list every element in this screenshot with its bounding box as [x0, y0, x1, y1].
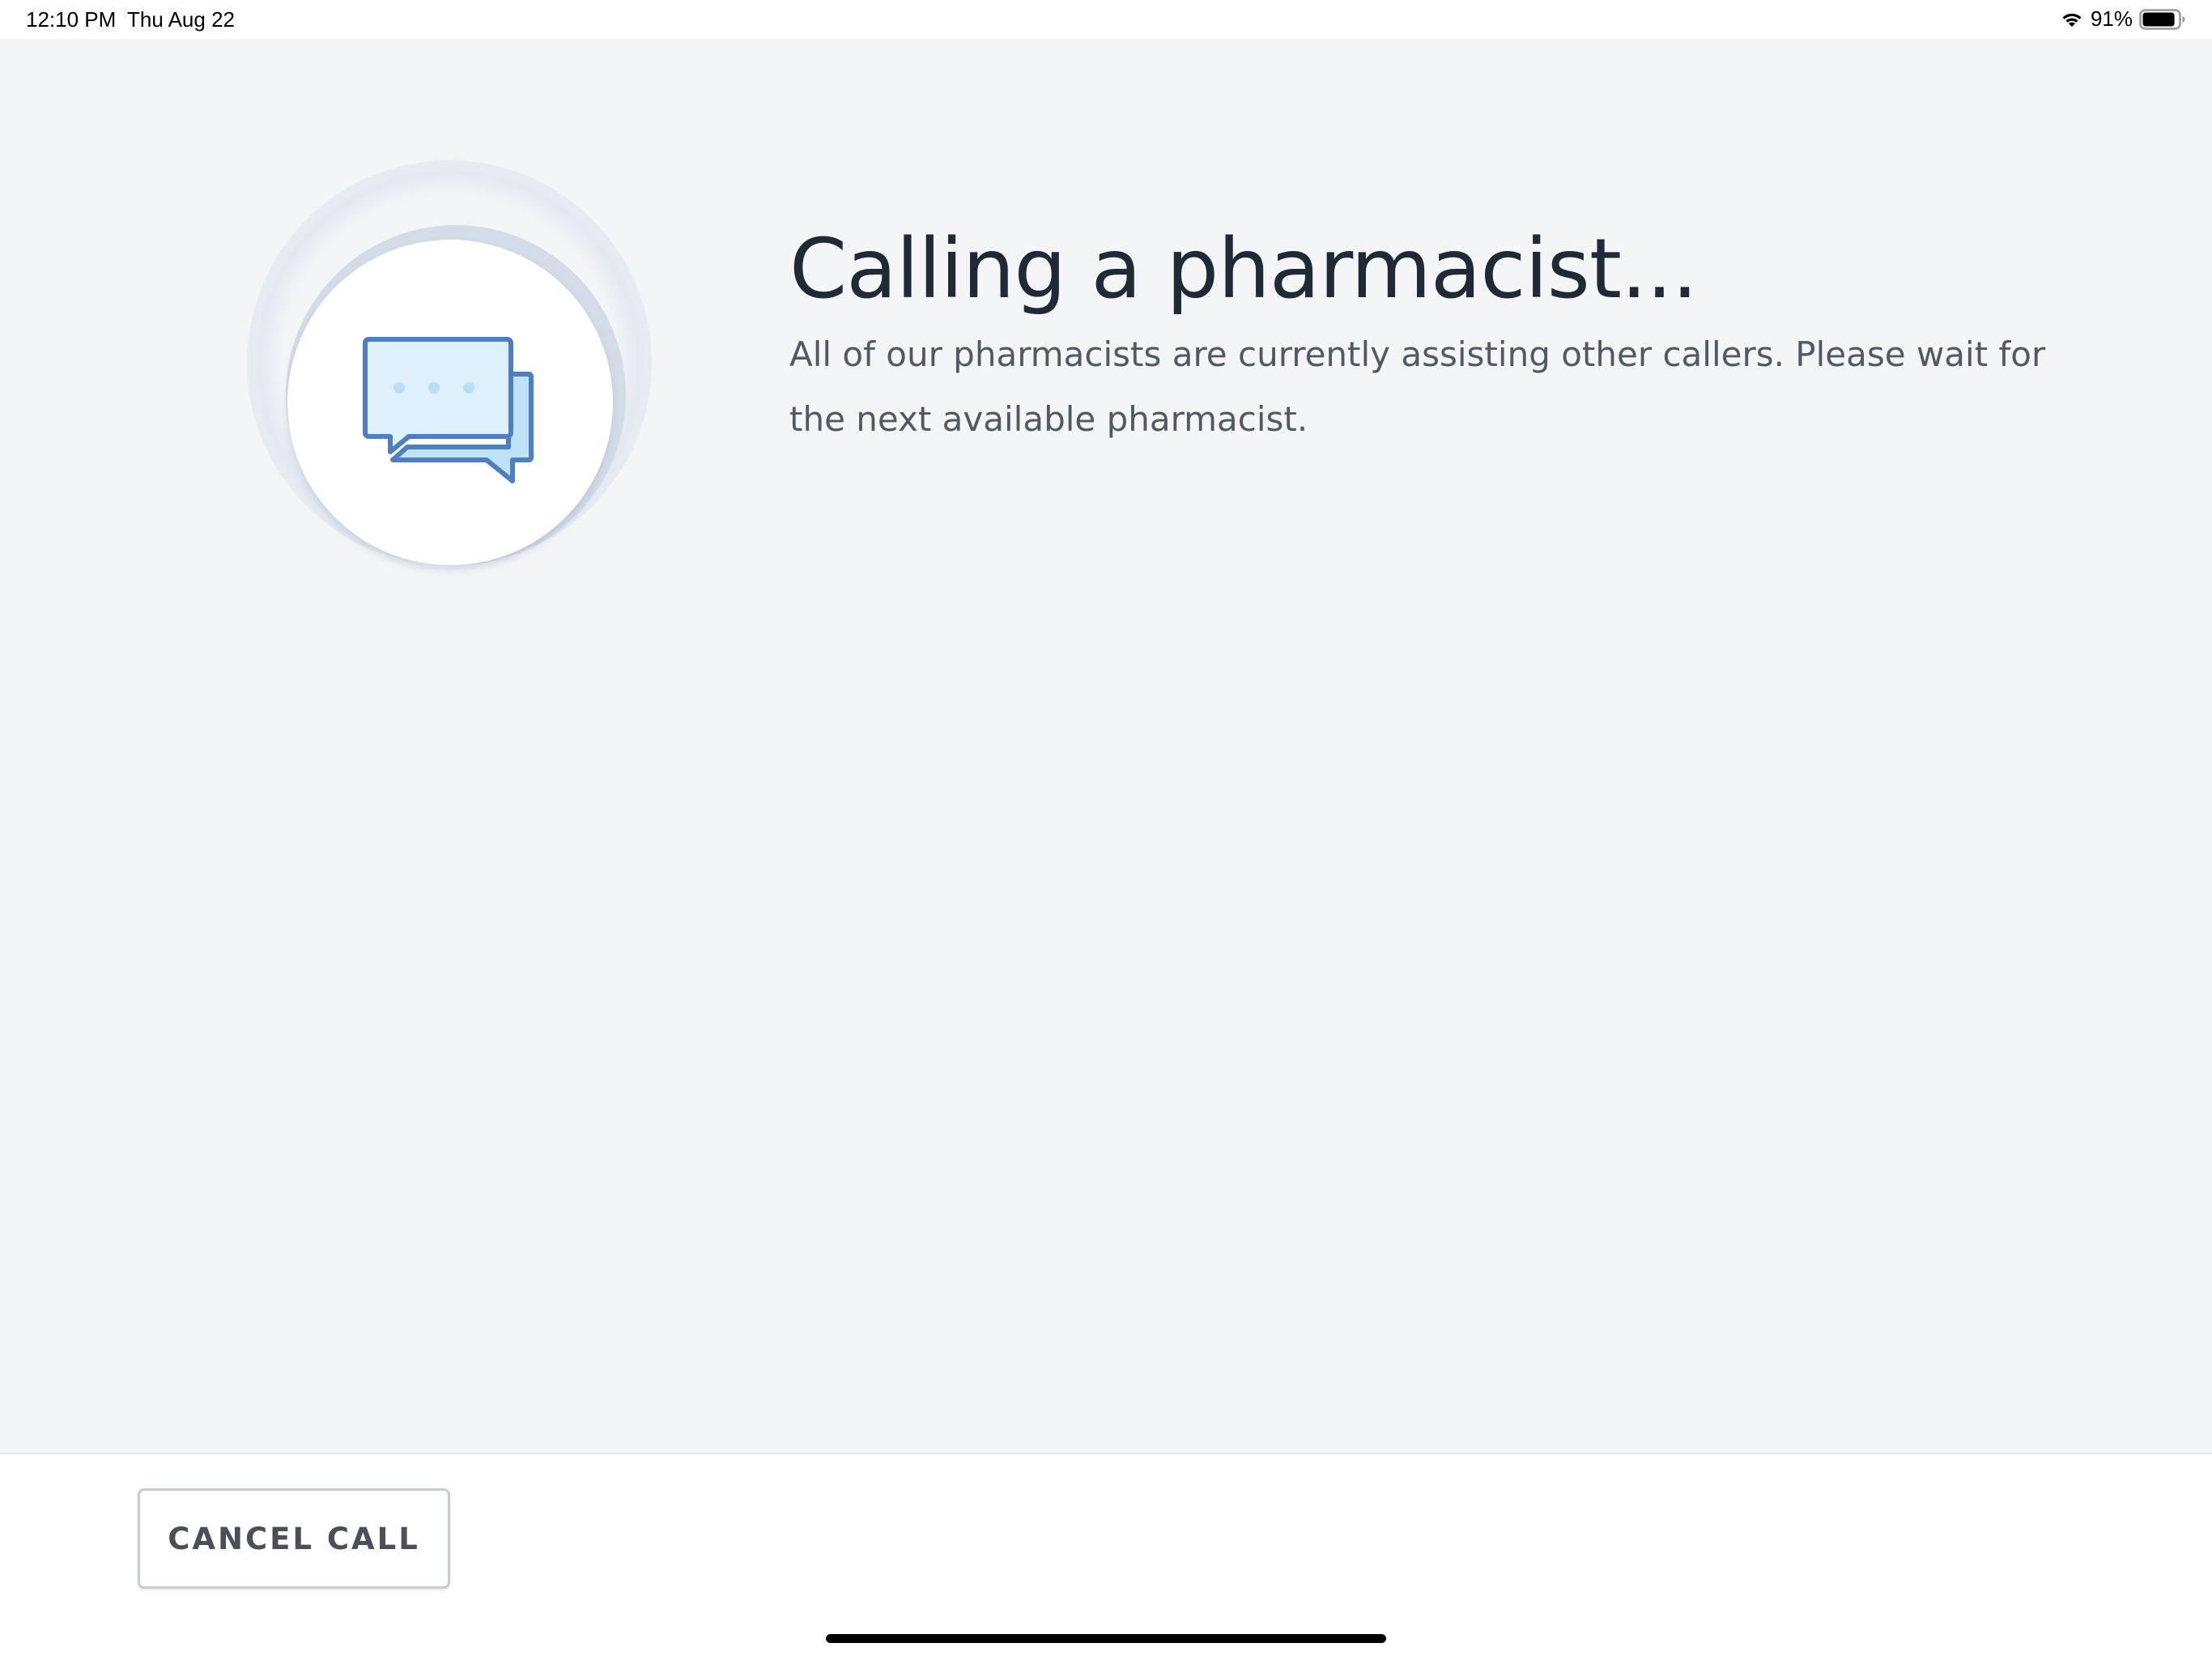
- chat-bubbles-icon: [359, 334, 545, 496]
- footer-bar: CANCEL CALL: [0, 1453, 2212, 1660]
- status-time: 12:10 PM: [26, 7, 117, 32]
- calling-screen: Calling a pharmacist... All of our pharm…: [0, 39, 2212, 1453]
- battery-percent: 91%: [2090, 6, 2133, 31]
- status-date: Thu Aug 22: [127, 7, 235, 32]
- wifi-icon: [2060, 10, 2084, 29]
- home-indicator[interactable]: [826, 1634, 1386, 1643]
- battery-icon: [2139, 8, 2186, 30]
- page-title: Calling a pharmacist...: [789, 221, 1698, 317]
- status-indicators: 91%: [2060, 6, 2186, 32]
- calling-avatar: [247, 160, 652, 614]
- status-bar: 12:10 PM Thu Aug 22 91%: [0, 0, 2212, 39]
- waiting-message: All of our pharmacists are currently ass…: [789, 334, 2046, 439]
- cancel-call-button[interactable]: CANCEL CALL: [138, 1488, 450, 1589]
